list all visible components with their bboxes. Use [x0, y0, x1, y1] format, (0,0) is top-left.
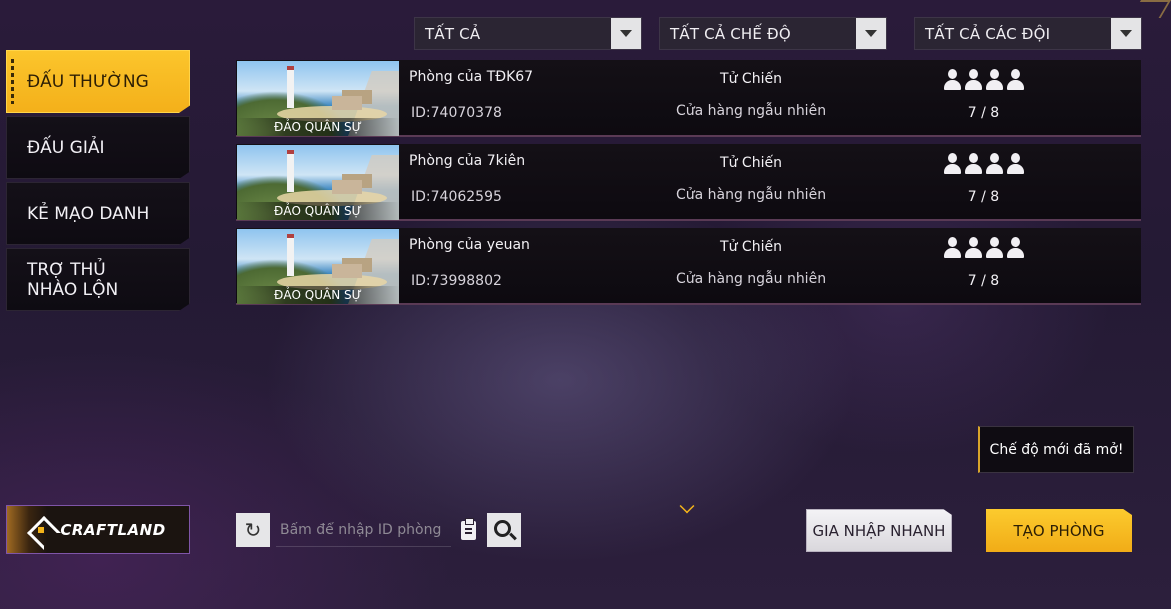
room-shop-type: Cửa hàng ngẫu nhiên: [675, 187, 827, 203]
map-name: ĐẢO QUÂN SỰ: [237, 202, 399, 220]
craftland-label: CRAFTLAND: [60, 520, 166, 539]
room-name: Phòng của 7kiên: [409, 153, 526, 169]
room-mode: Tử Chiến: [720, 239, 782, 255]
sidebar-item-normal-match[interactable]: ĐẤU THƯỜNG: [6, 50, 190, 113]
map-name: ĐẢO QUÂN SỰ: [237, 286, 399, 304]
player-icon: [1006, 237, 1024, 259]
filter-team[interactable]: TẤT CẢ CÁC ĐỘI: [914, 17, 1142, 50]
room-row[interactable]: ĐẢO QUÂN SỰ Phòng của yeuan ID:73998802 …: [236, 228, 1141, 305]
player-icon: [943, 153, 961, 175]
filter-team-label: TẤT CẢ CÁC ĐỘI: [925, 24, 1051, 43]
player-icon: [985, 153, 1003, 175]
craftland-button[interactable]: CRAFTLAND: [6, 505, 190, 554]
map-thumbnail: ĐẢO QUÂN SỰ: [237, 229, 399, 304]
player-slots: [943, 237, 1024, 259]
player-icon: [943, 237, 961, 259]
player-icon: [1006, 69, 1024, 91]
player-icon: [943, 69, 961, 91]
sidebar-item-impostor[interactable]: KẺ MẠO DANH: [6, 182, 190, 245]
chevron-down-icon[interactable]: [679, 498, 695, 514]
sidebar-item-label: ĐẤU GIẢI: [27, 137, 105, 158]
create-room-button[interactable]: TẠO PHÒNG: [986, 509, 1132, 552]
room-id: ID:74062595: [411, 189, 502, 205]
filter-mode-label: TẤT CẢ CHẾ ĐỘ: [670, 24, 791, 43]
player-icon: [964, 69, 982, 91]
sidebar-item-label: ĐẤU THƯỜNG: [27, 71, 149, 92]
map-thumbnail: ĐẢO QUÂN SỰ: [237, 145, 399, 220]
map-name: ĐẢO QUÂN SỰ: [237, 118, 399, 136]
paste-icon[interactable]: [453, 513, 483, 547]
player-count: 7 / 8: [967, 189, 1000, 205]
room-mode: Tử Chiến: [720, 155, 782, 171]
room-name: Phòng của TĐK67: [409, 69, 534, 85]
filter-mode[interactable]: TẤT CẢ CHẾ ĐỘ: [659, 17, 887, 50]
dropdown-arrow-icon[interactable]: [611, 18, 641, 49]
dropdown-arrow-icon[interactable]: [1111, 18, 1141, 49]
room-id: ID:73998802: [411, 273, 502, 289]
room-name: Phòng của yeuan: [409, 237, 530, 253]
dropdown-arrow-icon[interactable]: [856, 18, 886, 49]
player-count: 7 / 8: [967, 273, 1000, 289]
new-mode-notice[interactable]: Chế độ mới đã mở!: [978, 426, 1134, 473]
player-slots: [943, 153, 1024, 175]
player-icon: [1006, 153, 1024, 175]
map-thumbnail: ĐẢO QUÂN SỰ: [237, 61, 399, 136]
room-shop-type: Cửa hàng ngẫu nhiên: [675, 271, 827, 287]
room-id-input[interactable]: [276, 513, 451, 547]
player-icon: [964, 153, 982, 175]
player-icon: [985, 237, 1003, 259]
craftland-logo-icon: [30, 519, 52, 541]
room-shop-type: Cửa hàng ngẫu nhiên: [675, 103, 827, 119]
quick-join-button[interactable]: GIA NHẬP NHANH: [806, 509, 952, 552]
player-slots: [943, 69, 1024, 91]
room-mode: Tử Chiến: [720, 71, 782, 87]
filter-all[interactable]: TẤT CẢ: [414, 17, 642, 50]
sidebar-item-flip-assistant[interactable]: TRỢ THỦ NHÀO LỘN: [6, 248, 190, 311]
sidebar-item-label: TRỢ THỦ NHÀO LỘN: [27, 259, 119, 300]
player-count: 7 / 8: [967, 105, 1000, 121]
room-row[interactable]: ĐẢO QUÂN SỰ Phòng của TĐK67 ID:74070378 …: [236, 60, 1141, 137]
room-row[interactable]: ĐẢO QUÂN SỰ Phòng của 7kiên ID:74062595 …: [236, 144, 1141, 221]
refresh-icon[interactable]: ↻: [236, 513, 270, 547]
search-icon[interactable]: [487, 513, 521, 547]
corner-decoration: [1130, 0, 1171, 18]
filter-all-label: TẤT CẢ: [425, 24, 481, 43]
player-icon: [985, 69, 1003, 91]
sidebar-item-tournament[interactable]: ĐẤU GIẢI: [6, 116, 190, 179]
room-id: ID:74070378: [411, 105, 502, 121]
sidebar-item-label: KẺ MẠO DANH: [27, 203, 150, 224]
player-icon: [964, 237, 982, 259]
